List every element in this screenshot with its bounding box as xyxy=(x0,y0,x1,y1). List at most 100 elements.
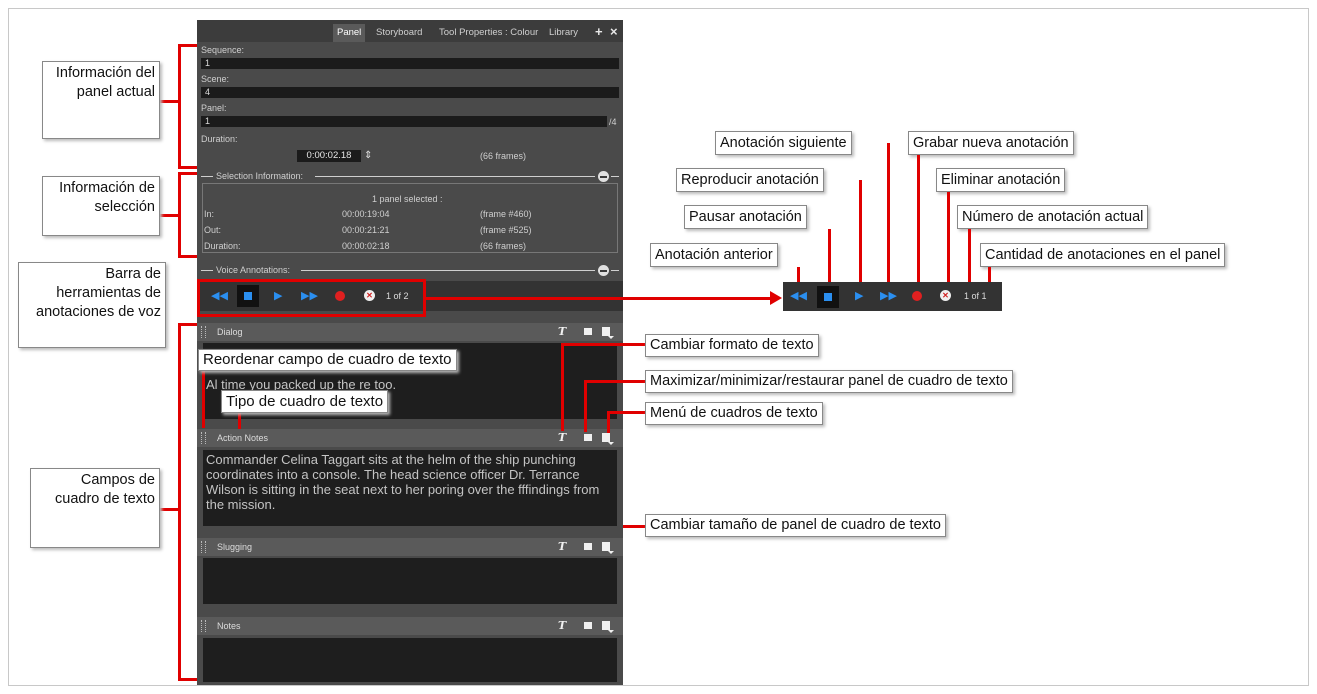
voice-annotations-header: Voice Annotations: xyxy=(216,265,291,275)
grip-icon[interactable] xyxy=(201,541,206,553)
text-box-title: Slugging xyxy=(217,542,253,552)
callout-change-format: Cambiar formato de texto xyxy=(645,334,819,357)
panel-total: /4 xyxy=(609,117,617,127)
collapse-selection-icon[interactable] xyxy=(598,171,609,182)
sequence-label: Sequence: xyxy=(201,45,245,55)
pointer-line xyxy=(968,229,971,282)
bracket-line xyxy=(178,44,197,47)
selection-duration-label: Duration: xyxy=(204,241,241,251)
callout-reorder-field: Reordenar campo de cuadro de texto xyxy=(198,349,457,371)
callout-text-box-type: Tipo de cuadro de texto xyxy=(221,390,389,413)
text-box-header-action-notes: Action Notes T xyxy=(197,429,623,447)
arrow-line xyxy=(426,297,771,300)
menu-icon[interactable] xyxy=(602,327,614,339)
stop-icon[interactable] xyxy=(817,286,839,308)
voice-toolbar-highlight xyxy=(197,279,426,317)
selection-duration-time: 00:00:02:18 xyxy=(342,241,390,251)
text-box-title: Action Notes xyxy=(217,433,269,443)
bracket-line xyxy=(160,214,178,217)
selection-in-frame: (frame #460) xyxy=(480,209,532,219)
tab-bar: Panel Storyboard Tool Properties : Colou… xyxy=(197,20,623,42)
text-format-icon[interactable]: T xyxy=(558,540,566,553)
bracket-line xyxy=(178,44,181,169)
pointer-line xyxy=(584,380,587,432)
notes-text-area[interactable] xyxy=(203,638,617,682)
section-divider xyxy=(301,270,595,271)
voice-toolbar-zoom: ◀◀ ▶ ▶▶ ✕ 1 of 1 xyxy=(783,282,1002,311)
window-icon[interactable] xyxy=(584,434,592,441)
callout-max-min-restore: Maximizar/minimizar/restaurar panel de c… xyxy=(645,370,1013,393)
duration-spinner-icon[interactable]: ⇕ xyxy=(364,150,372,161)
scene-field[interactable]: 4 xyxy=(201,87,619,98)
pointer-line xyxy=(947,192,950,282)
selection-in-label: In: xyxy=(204,209,215,219)
text-box-header-dialog: Dialog T xyxy=(197,323,623,341)
action-notes-text-area[interactable]: Commander Celina Taggart sits at the hel… xyxy=(203,450,617,526)
section-divider xyxy=(315,176,595,177)
duration-frames: (66 frames) xyxy=(480,151,527,161)
play-icon[interactable]: ▶ xyxy=(855,290,863,302)
menu-icon[interactable] xyxy=(602,433,614,445)
rewind-icon[interactable]: ◀◀ xyxy=(790,290,807,302)
callout-play-annotation: Reproducir anotación xyxy=(676,168,824,192)
action-notes-text: Commander Celina Taggart sits at the hel… xyxy=(206,452,600,512)
add-tab-icon[interactable]: + xyxy=(595,24,603,39)
window-icon[interactable] xyxy=(584,543,592,550)
selection-out-time: 00:00:21:21 xyxy=(342,225,390,235)
slugging-text-area[interactable] xyxy=(203,558,617,604)
callout-previous-annotation: Anotación anterior xyxy=(650,243,778,267)
text-box-header-notes: Notes T xyxy=(197,617,623,635)
bracket-line xyxy=(160,508,178,511)
callout-delete-annotation: Eliminar anotación xyxy=(936,168,1066,192)
callout-text-fields: Campos de cuadro de texto xyxy=(30,468,160,548)
text-format-icon[interactable]: T xyxy=(558,619,566,632)
close-tab-icon[interactable]: × xyxy=(610,24,618,39)
text-format-icon[interactable]: T xyxy=(558,431,566,444)
pointer-line xyxy=(561,343,645,346)
window-icon[interactable] xyxy=(584,328,592,335)
tab-panel[interactable]: Panel xyxy=(333,24,366,42)
tab-storyboard[interactable]: Storyboard xyxy=(372,24,426,42)
collapse-voice-icon[interactable] xyxy=(598,265,609,276)
grip-icon[interactable] xyxy=(201,432,206,444)
selection-out-label: Out: xyxy=(204,225,222,235)
duration-field[interactable]: 0:00:02.18 xyxy=(297,150,361,162)
bracket-line xyxy=(178,255,197,258)
text-box-header-slugging: Slugging T xyxy=(197,538,623,556)
pointer-line xyxy=(917,155,920,282)
panel-label: Panel: xyxy=(201,103,227,113)
panel-field[interactable]: 1 xyxy=(201,116,607,127)
sequence-field[interactable]: 1 xyxy=(201,58,619,69)
text-box-title: Notes xyxy=(217,621,241,631)
tab-library[interactable]: Library xyxy=(545,24,582,42)
record-icon[interactable] xyxy=(912,291,922,301)
bracket-line xyxy=(178,172,197,175)
callout-selection-info: Información de selección xyxy=(42,176,160,236)
pointer-line xyxy=(859,180,862,282)
pointer-line xyxy=(988,267,991,282)
pointer-line xyxy=(561,343,564,431)
window-icon[interactable] xyxy=(584,622,592,629)
bracket-line xyxy=(178,323,181,681)
pointer-line xyxy=(202,368,205,428)
menu-icon[interactable] xyxy=(602,542,614,554)
callout-record-new: Grabar nueva anotación xyxy=(908,131,1074,155)
callout-resize-panel: Cambiar tamaño de panel de cuadro de tex… xyxy=(645,514,946,537)
bracket-line xyxy=(178,678,197,681)
text-format-icon[interactable]: T xyxy=(558,325,566,338)
pointer-line xyxy=(623,525,645,528)
tab-tool-properties[interactable]: Tool Properties : Colour xyxy=(435,24,542,42)
pointer-line xyxy=(828,229,831,282)
grip-icon[interactable] xyxy=(201,620,206,632)
delete-icon[interactable]: ✕ xyxy=(940,290,951,301)
pointer-line xyxy=(607,411,645,414)
grip-icon[interactable] xyxy=(201,326,206,338)
pointer-line xyxy=(887,143,890,282)
callout-annotation-count: Cantidad de anotaciones en el panel xyxy=(980,243,1226,267)
callout-next-annotation: Anotación siguiente xyxy=(715,131,852,155)
callout-pause-annotation: Pausar anotación xyxy=(684,205,807,229)
section-divider xyxy=(611,270,619,271)
fast-forward-icon[interactable]: ▶▶ xyxy=(880,290,897,302)
menu-icon[interactable] xyxy=(602,621,614,633)
selection-info-header: Selection Information: xyxy=(216,171,304,181)
